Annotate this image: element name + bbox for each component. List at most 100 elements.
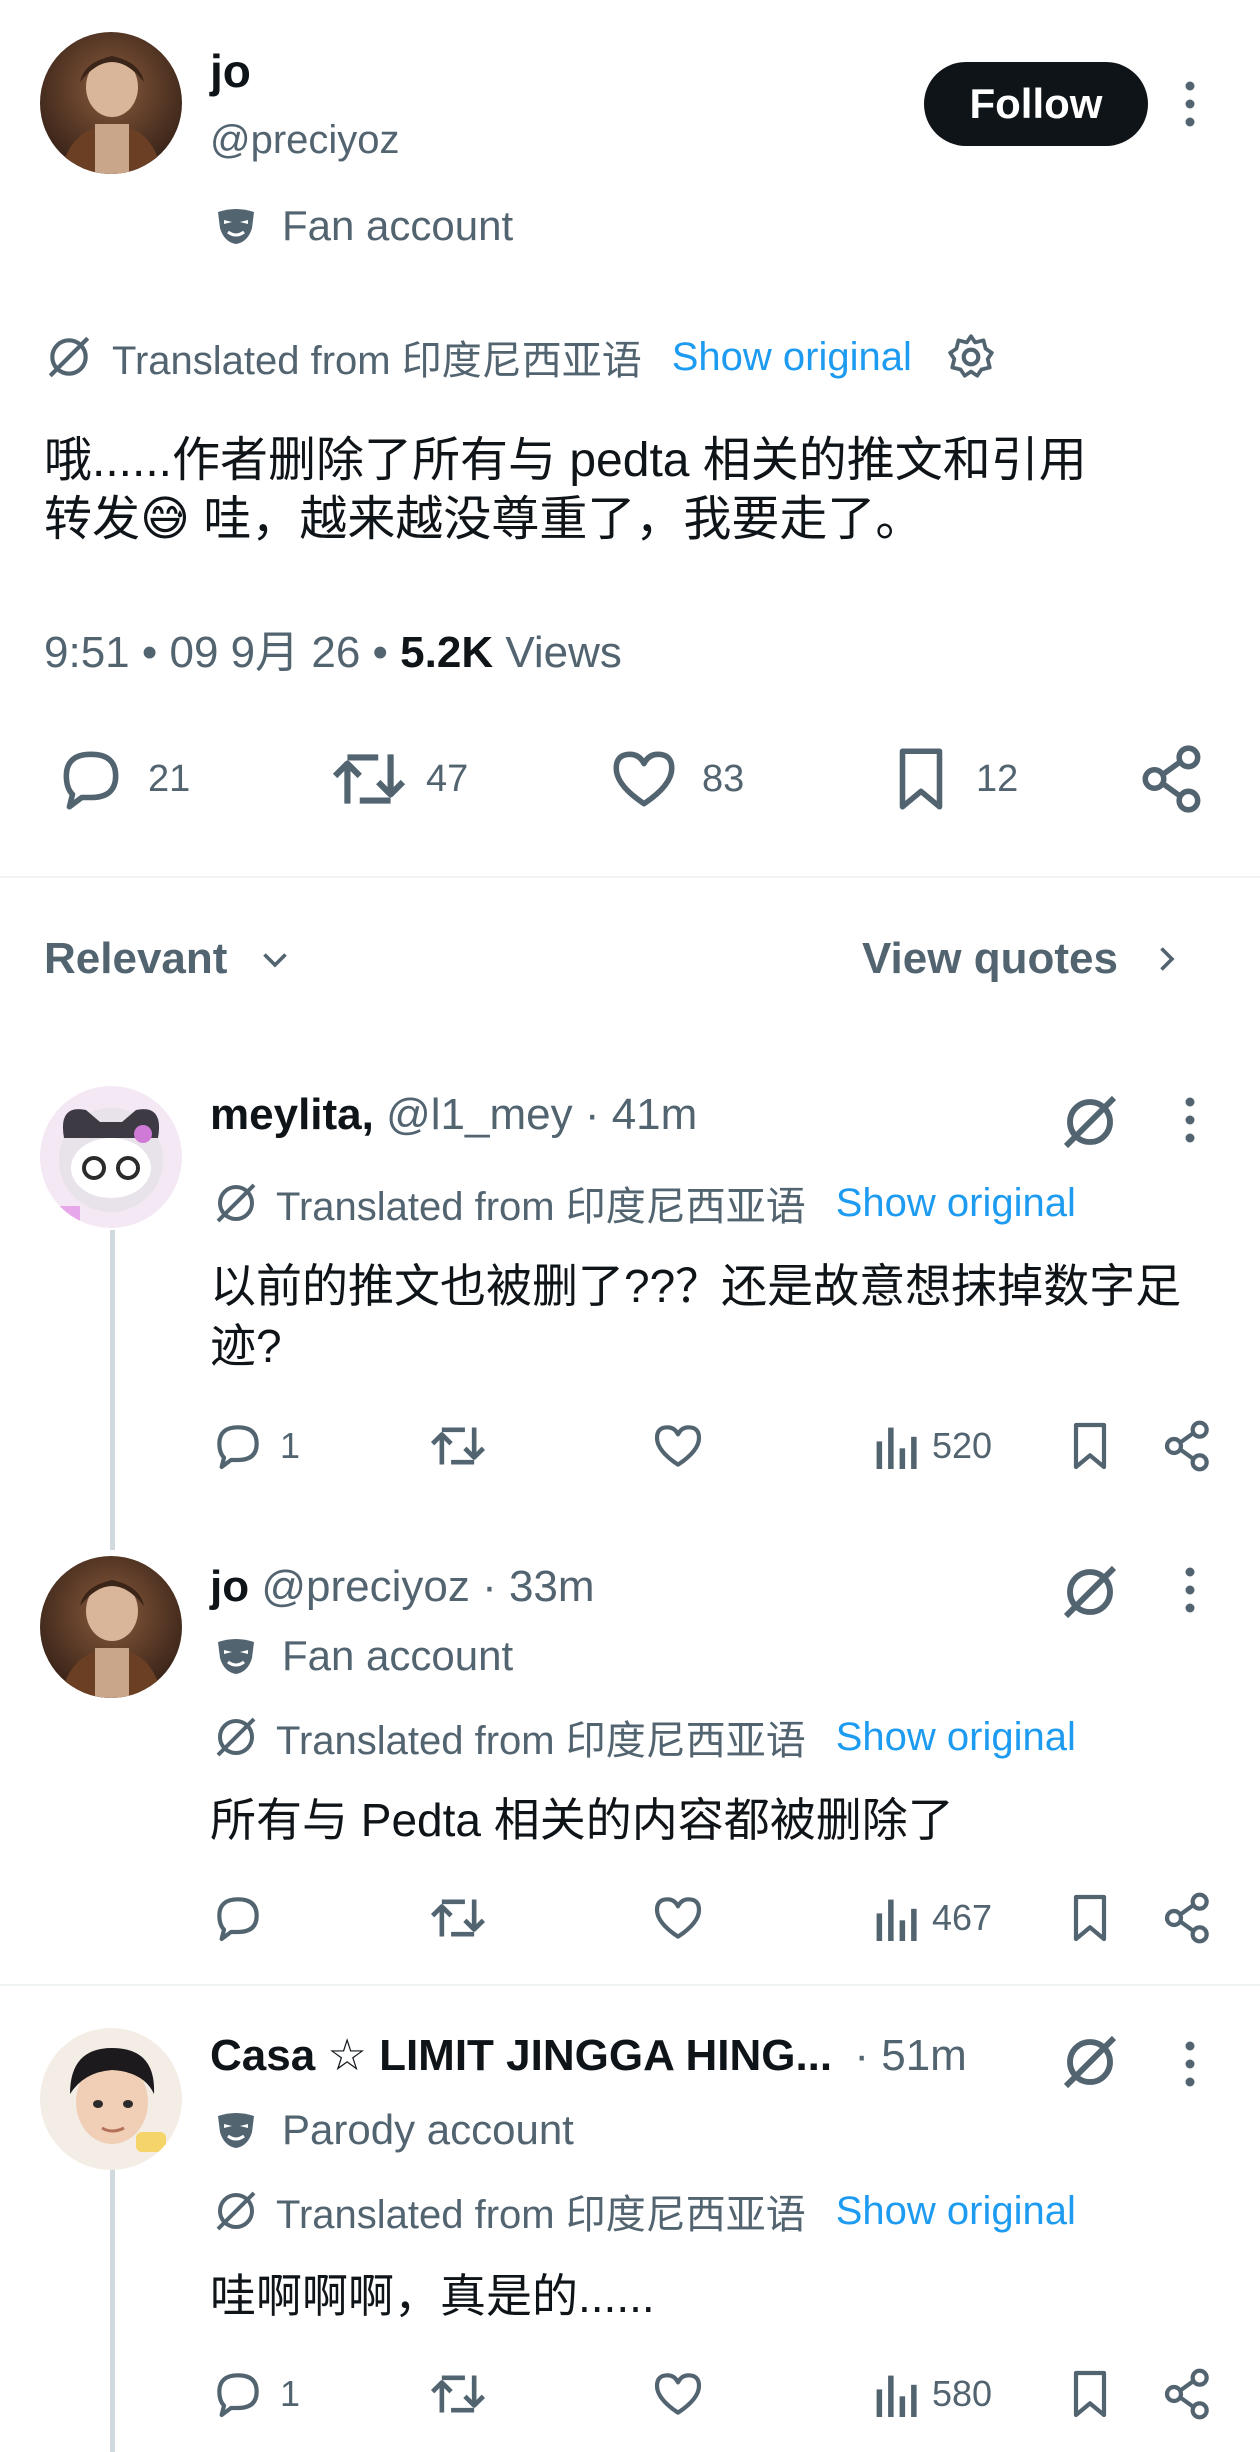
translated-label: Translated from 印度尼西亚语 [276,2193,806,2237]
reply-action[interactable]: 1 [210,1418,300,1474]
reply-icon[interactable] [210,1890,266,1946]
views-action[interactable]: 467 [872,1890,992,1946]
reply-text-line: 迹? [210,1320,282,1372]
like-action[interactable]: 83 [606,742,744,816]
reply-meta[interactable]: @preciyoz · 33m [249,1562,594,1611]
translate-icon [212,2187,260,2235]
translated-label: Translated from 印度尼西亚语 [276,1185,806,1229]
repost-action[interactable]: 47 [328,742,468,816]
mask-icon [212,2106,260,2154]
reply-action[interactable]: 1 [210,2366,300,2422]
grok-icon[interactable] [1058,1090,1122,1154]
heart-icon[interactable] [650,1890,706,1946]
grok-icon[interactable] [1058,2030,1122,2094]
views-count: 520 [932,1425,993,1466]
views-action[interactable]: 580 [872,2366,992,2422]
show-original-link[interactable]: Show original [836,1715,1076,1760]
bookmark-icon[interactable] [1062,1418,1118,1474]
translation-row: Translated from 印度尼西亚语 Show original [212,2182,1076,2240]
reply-header: jo @preciyoz · 33m [210,1562,595,1612]
follow-button[interactable]: Follow [924,62,1148,146]
views-chart-icon [872,2366,918,2422]
views-label: Views [493,628,622,677]
translation-settings-icon[interactable] [946,332,996,382]
mask-icon [212,1632,260,1680]
repost-icon[interactable] [428,1418,488,1474]
author-avatar[interactable] [40,32,182,174]
reply-header: meylita, @l1_mey · 41m [210,1090,697,1140]
grok-icon[interactable] [1058,1560,1122,1624]
reply-text: 所有与 Pedta 相关的内容都被删除了 [210,1790,954,1850]
reply-avatar[interactable] [40,1086,182,1228]
translated-label: Translated from 印度尼西亚语 [276,1719,806,1763]
reply-author-name[interactable]: meylita, [210,1090,374,1139]
more-options-icon[interactable] [1180,1566,1200,1614]
views-count: 5.2K [400,628,494,677]
show-original-link[interactable]: Show original [836,2189,1076,2234]
view-quotes-link[interactable]: View quotes [862,934,1184,984]
share-icon[interactable] [1160,2366,1216,2422]
translated-label: Translated from 印度尼西亚语 [112,339,642,383]
translation-row: Translated from 印度尼西亚语 Show original [212,1174,1076,1232]
bookmark-count: 12 [976,757,1019,800]
author-name[interactable]: jo [210,44,251,98]
show-original-link[interactable]: Show original [672,335,912,380]
divider [0,1984,1260,1986]
reply-action[interactable]: 21 [54,742,190,816]
reply-icon [210,2366,266,2422]
fan-account-badge: Fan account [212,202,513,250]
heart-icon [606,742,682,816]
sort-dropdown[interactable]: Relevant [44,934,293,984]
more-options-icon[interactable] [1180,2040,1200,2088]
post-timestamp-row: 9:51 • 09 9月 26 • 5.2K Views [44,616,622,680]
reply-header: Casa ☆ LIMIT JINGGA HING... · 51m [210,2030,967,2081]
repost-count: 47 [426,757,469,800]
reply-meta[interactable]: @l1_mey · 41m [374,1090,697,1139]
post-body-line2: 转发😅 哇，越来越没尊重了，我要走了。 [44,490,1224,549]
bookmark-icon[interactable] [1062,2366,1118,2422]
chevron-right-icon [1148,941,1184,977]
reply-author-name[interactable]: Casa ☆ LIMIT JINGGA HING... [210,2031,832,2080]
repost-icon [328,742,410,816]
repost-icon[interactable] [428,1890,488,1946]
share-icon[interactable] [1160,1890,1216,1946]
thread-line [110,2166,115,2452]
heart-icon[interactable] [650,1418,706,1474]
thread-line [110,1230,115,1550]
views-count: 580 [932,2373,993,2414]
reply-text-line: 所有与 Pedta 相关的内容都被删除了 [210,1794,954,1846]
reply-text: 以前的推文也被删了??？还是故意想抹掉数字足 迹? [210,1256,1181,1376]
heart-icon[interactable] [650,2366,706,2422]
bookmark-icon[interactable] [1062,1890,1118,1946]
more-options-icon[interactable] [1180,80,1200,128]
reply-count: 21 [148,757,191,800]
reply-avatar[interactable] [40,1556,182,1698]
reply-meta[interactable]: · 51m [842,2031,966,2080]
reply-text-line: 哇啊啊啊，真是的...... [210,2270,655,2322]
translation-row: Translated from 印度尼西亚语 Show original [44,328,996,386]
translate-icon [212,1713,260,1761]
reply-author-name[interactable]: jo [210,1562,249,1611]
share-icon[interactable] [1160,1418,1216,1474]
post-body-line1: 哦......作者删除了所有与 pedta 相关的推文和引用 [44,434,1087,487]
post-time[interactable]: 9:51 • 09 9月 26 • [44,628,400,677]
fan-account-badge: Fan account [212,1632,513,1680]
author-handle[interactable]: @preciyoz [210,118,400,163]
post-body: 哦......作者删除了所有与 pedta 相关的推文和引用 转发😅 哇，越来越… [44,432,1224,549]
like-count: 83 [702,757,745,800]
views-chart-icon [872,1890,918,1946]
badge-label: Fan account [282,202,514,249]
views-action[interactable]: 520 [872,1418,992,1474]
badge-label: Parody account [282,2106,574,2153]
repost-icon[interactable] [428,2366,488,2422]
show-original-link[interactable]: Show original [836,1181,1076,1226]
reply-avatar[interactable] [40,2028,182,2170]
more-options-icon[interactable] [1180,1096,1200,1144]
reply-icon [54,742,128,816]
chevron-down-icon [257,941,293,977]
share-icon[interactable] [1136,742,1210,816]
badge-label: Fan account [282,1632,514,1679]
bookmark-action[interactable]: 12 [884,742,1018,816]
post-body-line2-start: 转发 [44,493,141,546]
translate-icon [212,1179,260,1227]
